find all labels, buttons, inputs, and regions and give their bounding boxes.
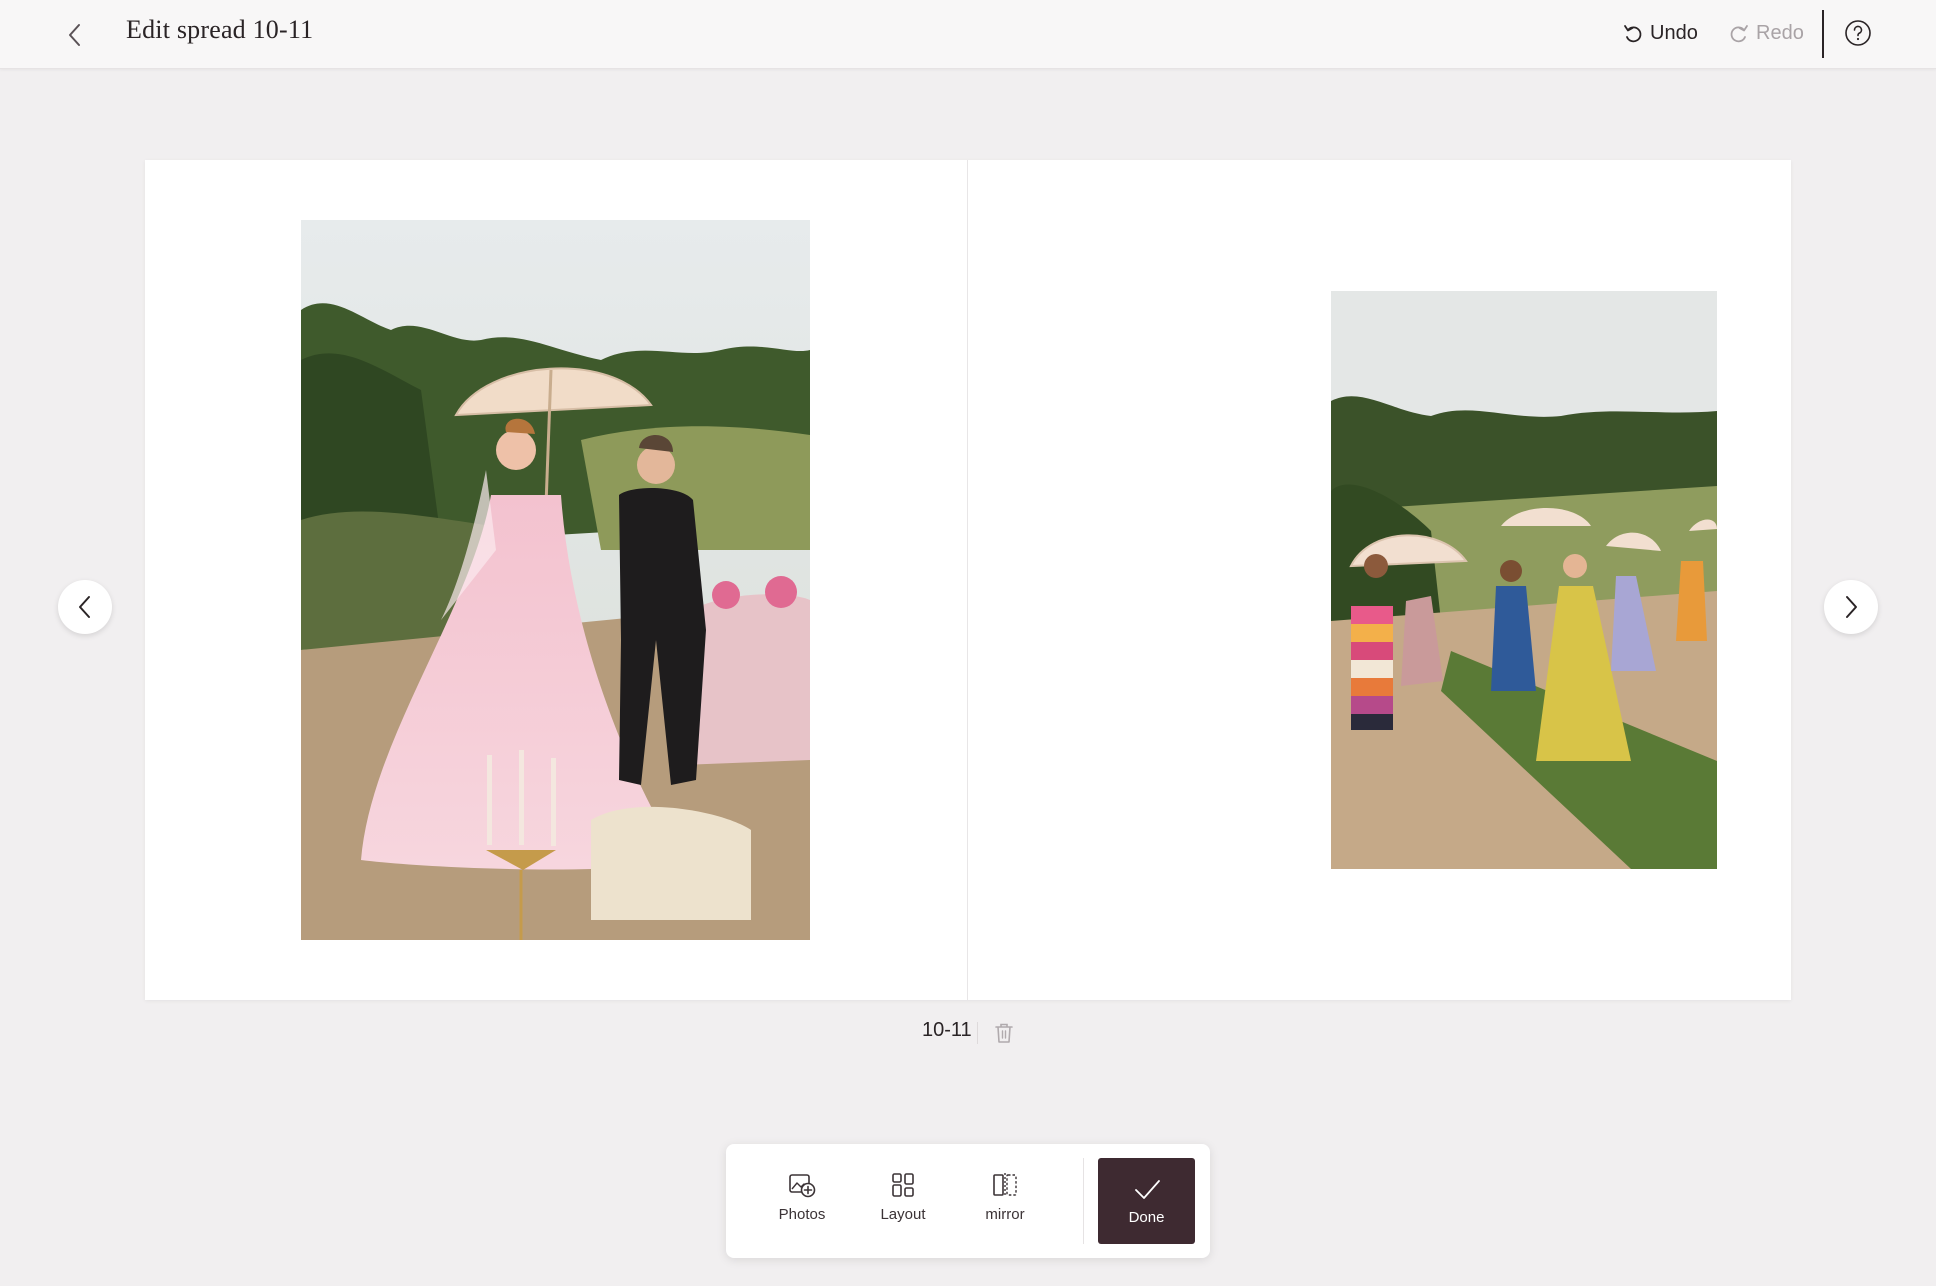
- done-button[interactable]: Done: [1098, 1158, 1195, 1244]
- toolbar-divider: [1083, 1158, 1084, 1244]
- page-title: Edit spread 10-11: [126, 15, 314, 44]
- layout-button[interactable]: Layout: [857, 1170, 949, 1240]
- wedding-guests-photo: [1331, 291, 1717, 869]
- bottom-toolbar: Photos Layout mirror Done: [726, 1144, 1210, 1258]
- previous-spread-button[interactable]: [58, 580, 112, 634]
- redo-icon: [1730, 25, 1748, 43]
- wedding-couple-photo: [301, 220, 810, 940]
- chevron-left-icon: [69, 24, 80, 46]
- checkmark-icon: [1134, 1179, 1160, 1199]
- mirror-button[interactable]: mirror: [959, 1170, 1051, 1240]
- done-label: Done: [1128, 1208, 1165, 1226]
- mirror-label: mirror: [985, 1206, 1025, 1223]
- photo-slot-right[interactable]: [1331, 291, 1717, 869]
- top-bar: Edit spread 10-11 Undo Redo: [0, 0, 1936, 69]
- photo-slot-left[interactable]: [301, 220, 810, 940]
- help-circle-icon: [1845, 20, 1871, 46]
- mirror-icon: [993, 1173, 1017, 1197]
- header-divider: [1822, 10, 1824, 58]
- layout-grid-icon: [892, 1173, 914, 1197]
- photos-label: Photos: [778, 1206, 826, 1223]
- layout-label: Layout: [880, 1206, 926, 1223]
- help-button[interactable]: [1844, 19, 1872, 47]
- spread-canvas: [145, 160, 1791, 1000]
- spread-number: 10-11: [922, 1019, 972, 1041]
- undo-icon: [1624, 25, 1642, 43]
- right-page: [968, 160, 1791, 1000]
- add-photo-icon: [789, 1174, 816, 1198]
- chevron-right-icon: [1846, 596, 1857, 618]
- redo-label: Redo: [1756, 21, 1804, 44]
- photos-button[interactable]: Photos: [756, 1170, 848, 1240]
- trash-icon: [995, 1023, 1013, 1043]
- chevron-left-icon: [79, 596, 90, 618]
- redo-button[interactable]: Redo: [1728, 16, 1804, 50]
- next-spread-button[interactable]: [1824, 580, 1878, 634]
- undo-button[interactable]: Undo: [1622, 16, 1698, 50]
- back-button[interactable]: [56, 16, 94, 54]
- undo-label: Undo: [1650, 21, 1698, 44]
- delete-spread-button[interactable]: [992, 1020, 1016, 1046]
- left-page: [145, 160, 968, 1000]
- label-divider: [977, 1022, 978, 1044]
